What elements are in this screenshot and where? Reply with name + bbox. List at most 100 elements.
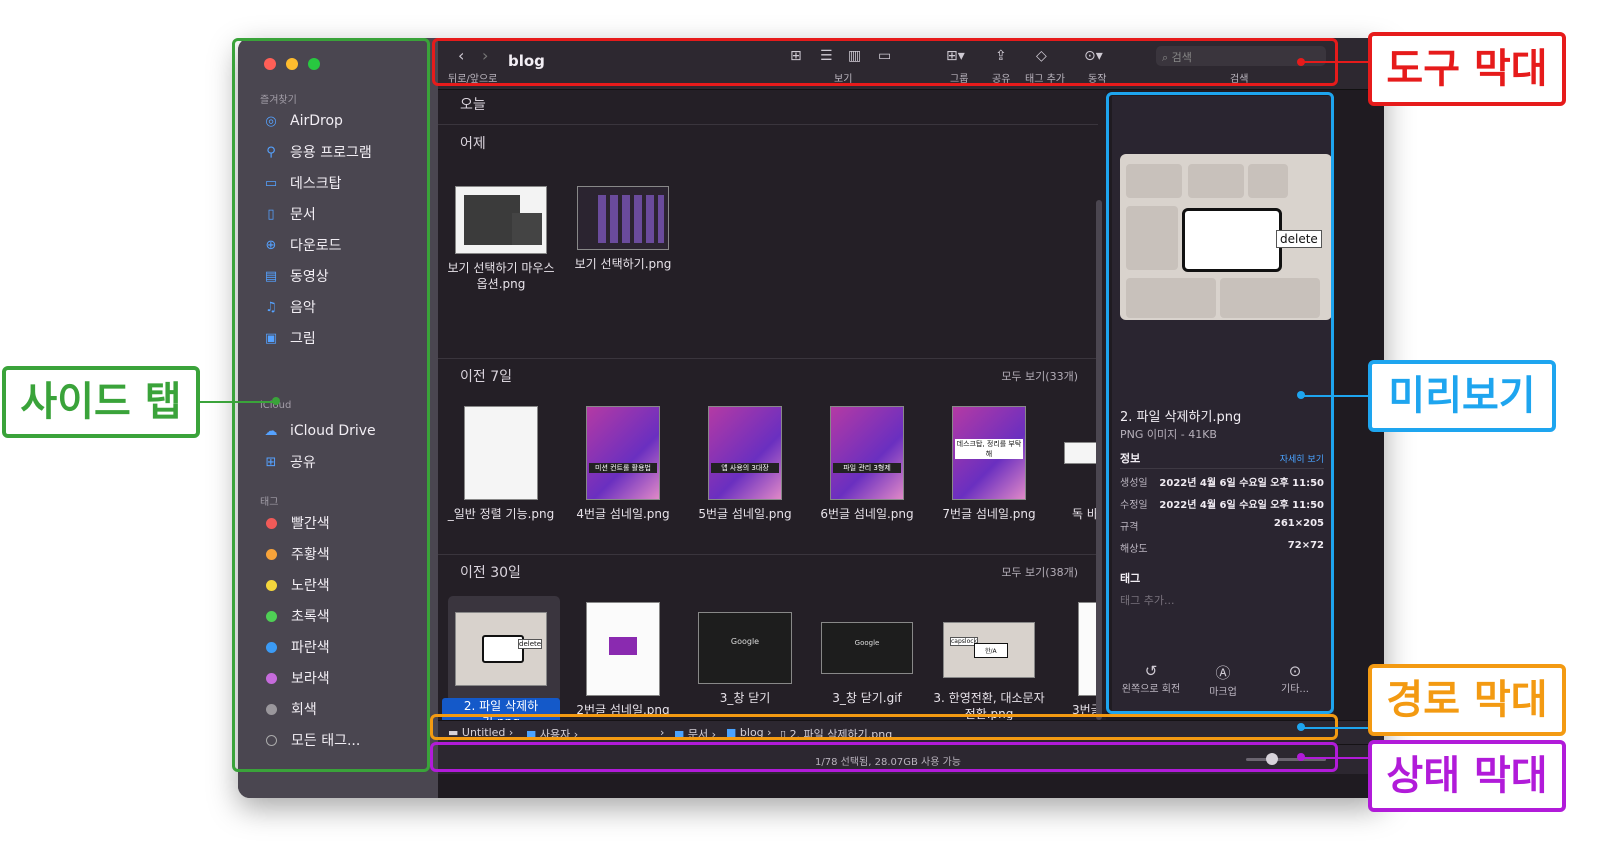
file-name: 독 바	[1072, 507, 1098, 521]
rotate-left-button[interactable]: ↺ 왼쪽으로 회전	[1116, 662, 1186, 695]
file-name: 3_창 닫기	[719, 691, 771, 705]
group-icon[interactable]: ⊞▾	[946, 48, 965, 64]
sidebar-item-movies[interactable]: ▤ 동영상	[260, 263, 430, 289]
file-item[interactable]: 앱 사용의 3대장 5번글 섬네일.png	[686, 406, 804, 522]
sidebar-item-documents[interactable]: ▯ 문서	[260, 201, 430, 227]
sidebar: 즐겨찾기 ◎ AirDrop ⚲ 응용 프로그램 ▭ 데스크탑 ▯ 문서 ⊕ 다운로드 ▤…	[238, 38, 438, 798]
finder-window: 즐겨찾기 ◎ AirDrop ⚲ 응용 프로그램 ▭ 데스크탑 ▯ 문서 ⊕ 다운로드 ▤…	[238, 38, 1384, 798]
sidebar-annotation: 사이드 탭	[2, 366, 200, 438]
search-icon: ⌕	[1162, 51, 1169, 64]
column-view-icon[interactable]: ▥	[848, 48, 861, 64]
sidebar-item-music[interactable]: ♫ 음악	[260, 294, 430, 320]
minimize-button[interactable]	[286, 58, 298, 70]
path-item-blog[interactable]: ■ blog ›	[726, 726, 772, 739]
tag-label: 태그 추가	[1025, 74, 1065, 85]
markup-button[interactable]: Ⓐ 마크업	[1188, 662, 1258, 698]
path-item-users[interactable]: ■ 사용자 ›	[526, 726, 578, 742]
action-label: 동작	[1088, 74, 1107, 85]
sidebar-tag-green[interactable]: 초록색	[260, 603, 430, 629]
sidebar-item-airdrop[interactable]: ◎ AirDrop	[260, 108, 430, 134]
divider	[438, 554, 1098, 555]
leader-line	[1302, 395, 1368, 397]
more-info-link[interactable]: 자세히 보기	[1280, 452, 1324, 465]
action-label: 기타...	[1281, 684, 1309, 695]
scrollbar[interactable]	[1096, 200, 1102, 720]
file-thumbnail	[1064, 442, 1098, 464]
leader-dot	[1297, 391, 1305, 399]
purple-tag-icon	[266, 672, 277, 684]
tag-icon[interactable]: ◇	[1036, 48, 1047, 64]
sidebar-item-icloud-drive[interactable]: ☁ iCloud Drive	[260, 418, 430, 444]
file-name: 4번글 섬네일.png	[576, 507, 670, 521]
file-item[interactable]: 보기 선택하기 마우스 옵션.png	[442, 186, 560, 292]
file-item[interactable]: 2번글 섬네일.png	[564, 602, 682, 718]
sidebar-tag-yellow[interactable]: 노란색	[260, 572, 430, 598]
sidebar-all-tags[interactable]: 모든 태그...	[260, 727, 430, 753]
markup-icon: Ⓐ	[1215, 664, 1231, 682]
gallery-view-icon[interactable]: ▭	[878, 48, 891, 64]
view-label: 보기	[834, 74, 853, 85]
path-item-disk[interactable]: ▬ Untitled ›	[448, 726, 513, 739]
thumbnail-caption: Google	[854, 639, 880, 647]
sidebar-tag-red[interactable]: 빨간색	[260, 510, 430, 536]
close-button[interactable]	[264, 58, 276, 70]
cloud-icon: ☁	[264, 423, 278, 439]
preview-annotation: 미리보기	[1368, 360, 1556, 432]
file-thumbnail	[464, 406, 538, 500]
sidebar-item-pictures[interactable]: ▣ 그림	[260, 325, 430, 351]
file-name: 5번글 섬네일.png	[698, 507, 792, 521]
group-label: 그룹	[950, 74, 969, 85]
file-item[interactable]: capslock 한/A 3. 한영전환, 대소문자 전환.png	[930, 622, 1048, 722]
add-tag-field[interactable]: 태그 추가...	[1120, 592, 1174, 608]
airdrop-icon: ◎	[265, 113, 277, 129]
sidebar-item-applications[interactable]: ⚲ 응용 프로그램	[260, 139, 430, 165]
sidebar-item-downloads[interactable]: ⊕ 다운로드	[260, 232, 430, 258]
group-prev7: 이전 7일	[460, 369, 512, 385]
path-item-documents[interactable]: ■ 문서 ›	[674, 726, 716, 742]
icon-view-icon[interactable]: ⊞	[790, 48, 802, 64]
music-icon: ♫	[265, 299, 277, 315]
gray-tag-icon	[266, 703, 277, 715]
sidebar-tag-gray[interactable]: 회색	[260, 696, 430, 722]
zoom-button[interactable]	[308, 58, 320, 70]
file-item[interactable]: 파일 관리 3형제 6번글 섬네일.png	[808, 406, 926, 522]
file-icon: ▯	[780, 728, 787, 741]
file-item[interactable]: 데스크탑, 정리를 부탁해 7번글 섬네일.png	[930, 406, 1048, 522]
file-item[interactable]: 미션 컨트롤 활용법 4번글 섬네일.png	[564, 406, 682, 522]
thumbnail-caption: 앱 사용의 3대장	[711, 463, 779, 473]
file-item[interactable]: 보기 선택하기.png	[564, 186, 682, 272]
file-item[interactable]: Google 3_창 닫기.gif	[808, 622, 926, 706]
file-item[interactable]: _일반 정렬 기능.png	[442, 406, 560, 522]
leader-dot	[1297, 723, 1305, 731]
sidebar-tag-purple[interactable]: 보라색	[260, 665, 430, 691]
share-icon[interactable]: ⇪	[995, 48, 1007, 64]
delete-key-label: delete	[1276, 230, 1322, 248]
disk-icon: ▬	[448, 726, 459, 739]
see-all-prev7-link[interactable]: 모두 보기(33개)	[1001, 368, 1078, 384]
leader-line	[1302, 757, 1368, 759]
sidebar-tag-blue[interactable]: 파란색	[260, 634, 430, 660]
sidebar-tag-orange[interactable]: 주황색	[260, 541, 430, 567]
group-today: 오늘	[460, 97, 486, 113]
sidebar-item-shared[interactable]: ⊞ 공유	[260, 449, 430, 475]
preview-image: delete	[1120, 154, 1332, 320]
sidebar-item-desktop[interactable]: ▭ 데스크탑	[260, 170, 430, 196]
file-thumbnail	[586, 602, 660, 696]
more-button[interactable]: ⊙ 기타...	[1260, 662, 1330, 695]
file-item[interactable]: 독 바	[1050, 406, 1098, 522]
preview-filename: 2. 파일 삭제하기.png	[1120, 410, 1242, 425]
see-all-prev30-link[interactable]: 모두 보기(38개)	[1001, 564, 1078, 580]
file-item[interactable]: 3번글	[1050, 602, 1098, 718]
share-label: 공유	[992, 74, 1011, 85]
file-item-selected[interactable]: delete 2. 파일 삭제하기.png	[442, 596, 560, 730]
back-icon[interactable]: ‹	[458, 46, 464, 65]
list-view-icon[interactable]: ☰	[820, 48, 833, 64]
all-tags-icon	[266, 734, 277, 746]
forward-icon[interactable]: ›	[482, 46, 488, 65]
leader-dot	[1297, 753, 1305, 761]
file-thumbnail: 데스크탑, 정리를 부탁해	[952, 406, 1026, 500]
action-icon[interactable]: ⊙▾	[1084, 48, 1103, 64]
resolution-label: 해상도	[1120, 544, 1148, 555]
file-item[interactable]: Google 3_창 닫기	[686, 612, 804, 706]
path-item-file[interactable]: ▯ 2. 파일 삭제하기.png	[780, 726, 892, 742]
